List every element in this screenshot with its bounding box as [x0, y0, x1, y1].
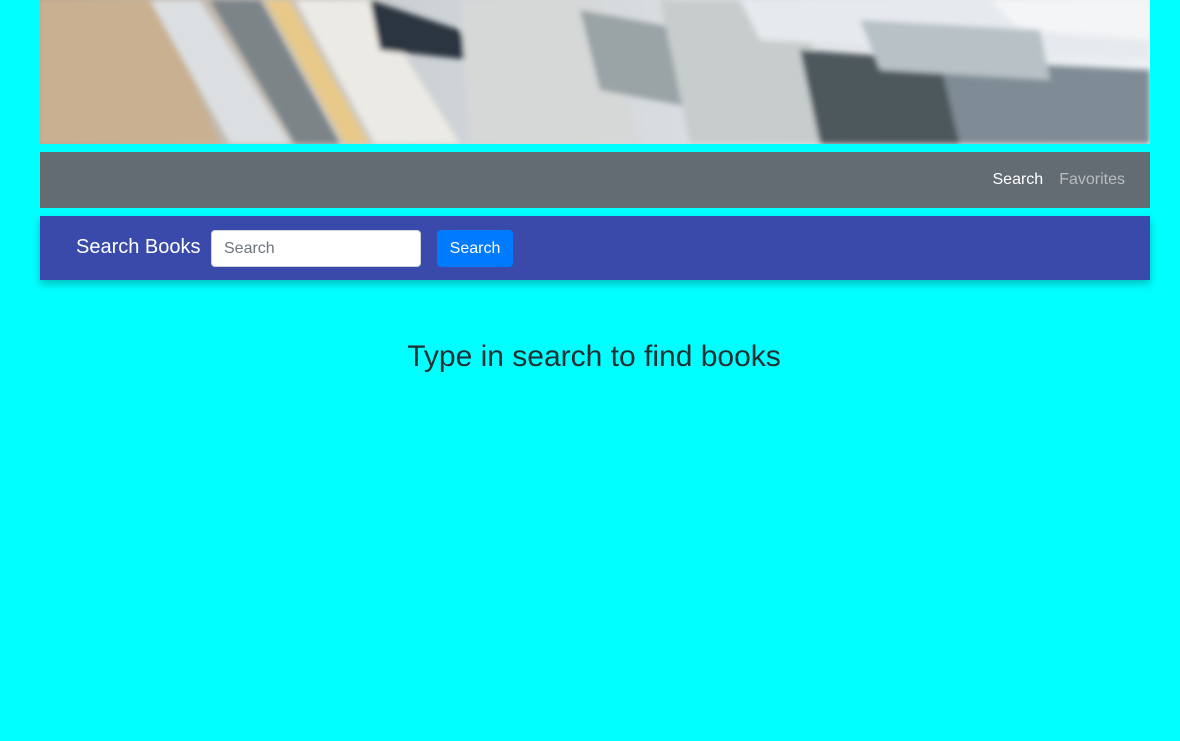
nav-links: Search Favorites	[993, 152, 1126, 208]
nav-link-favorites[interactable]: Favorites	[1059, 171, 1125, 189]
nav-link-search[interactable]: Search	[993, 171, 1044, 189]
top-navbar: Search Favorites	[40, 152, 1150, 208]
search-bar: Search Books Search	[40, 216, 1150, 280]
search-button[interactable]: Search	[437, 230, 513, 267]
search-input[interactable]	[211, 230, 421, 267]
books-illustration	[40, 0, 1150, 144]
search-books-title: Search Books	[76, 236, 201, 258]
empty-state-message: Type in search to find books	[407, 340, 781, 373]
banner-image	[40, 0, 1150, 144]
